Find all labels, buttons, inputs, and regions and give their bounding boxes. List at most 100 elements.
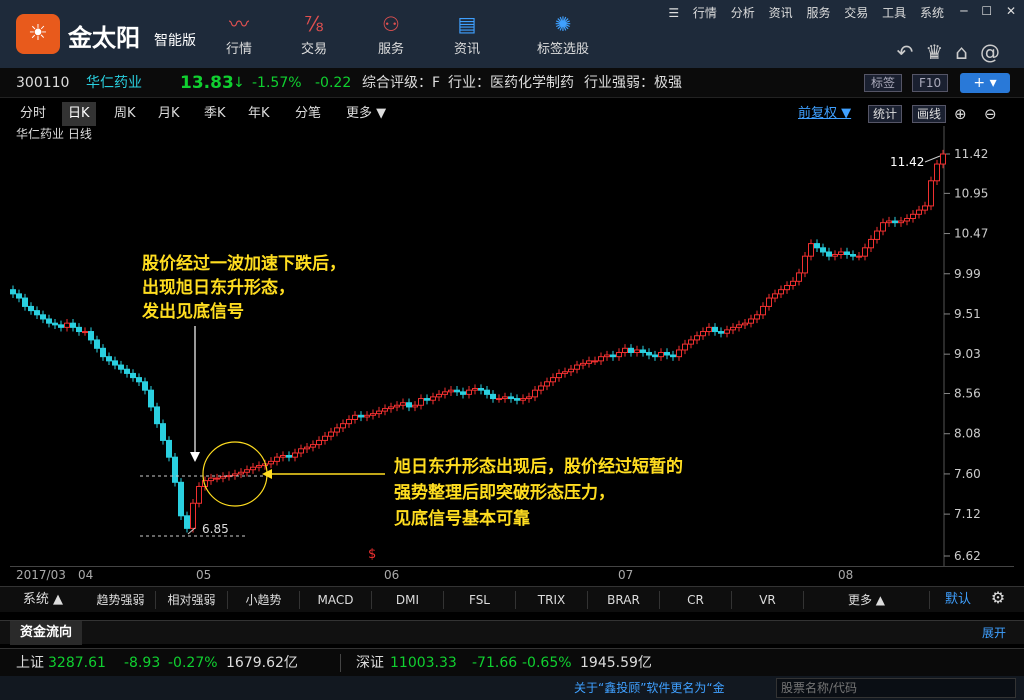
tag-button[interactable]: 标签 — [864, 74, 903, 92]
menu-item[interactable]: 交易 — [844, 6, 868, 20]
candle-body — [136, 377, 142, 383]
annotation-1-line-2: 出现旭日东升形态， — [142, 277, 295, 298]
candle-body — [478, 388, 484, 391]
add-button[interactable]: + ▾ — [960, 73, 1010, 93]
candle-body — [274, 456, 280, 462]
candle-body — [454, 389, 460, 393]
tab-intraday[interactable]: 分时 — [20, 102, 46, 126]
candle-body — [10, 289, 16, 295]
indicator-tab[interactable]: CR — [660, 591, 732, 609]
indicator-tab[interactable]: MACD — [300, 591, 372, 609]
dividend-marker[interactable]: $ — [368, 547, 376, 562]
nav-tag-pick[interactable]: ✺ 标签选股 — [526, 10, 600, 57]
candle-body — [586, 360, 592, 364]
menu-icon[interactable]: ☰ — [668, 6, 679, 20]
nav-service[interactable]: ⚇ 服务 — [356, 10, 426, 57]
tab-weekly-k[interactable]: 周K — [114, 102, 136, 126]
candle-body — [580, 362, 586, 366]
candle-body — [784, 284, 790, 291]
nav-news[interactable]: ▤ 资讯 — [432, 10, 502, 57]
annotation-2-line-3: 见底信号基本可靠 — [394, 508, 530, 529]
candle-body — [382, 408, 388, 412]
indicator-tab[interactable]: FSL — [444, 591, 516, 609]
candle-body — [592, 360, 598, 363]
candle-body — [310, 444, 316, 448]
user-icon: ⚇ — [382, 12, 400, 36]
menu-item[interactable]: 行情 — [693, 6, 717, 20]
stock-search-input[interactable] — [776, 678, 1016, 698]
menu-item[interactable]: 工具 — [882, 6, 906, 20]
tab-daily-k[interactable]: 日K — [62, 102, 96, 126]
main-menu: ☰ 行情 分析 资讯 服务 交易 工具 系统 — [658, 4, 944, 21]
indicator-tab[interactable]: VR — [732, 591, 804, 609]
expand-button[interactable]: 展开 — [982, 621, 1006, 645]
gear-icon[interactable]: ⚙ — [986, 589, 1010, 607]
fund-flow-tab[interactable]: 资金流向 — [10, 621, 83, 645]
change-pct: -1.57% — [252, 75, 302, 91]
index-status-bar: 上证 3287.61 -8.93 -0.27% 1679.62亿 深证 1100… — [0, 648, 1024, 676]
zoom-in-icon[interactable]: ⊕ — [954, 102, 967, 126]
indicator-tab[interactable]: DMI — [372, 591, 444, 609]
candle-body — [460, 391, 466, 395]
tab-more[interactable]: 更多 ▼ — [346, 102, 386, 126]
indicator-tab[interactable]: 相对强弱 — [156, 591, 228, 609]
stats-button[interactable]: 统计 — [868, 105, 903, 123]
y-tick-label: 7.12 — [954, 507, 981, 521]
minimize-icon[interactable]: ─ — [960, 4, 967, 18]
candle-body — [118, 364, 124, 370]
sh-change: -8.93 — [124, 655, 161, 671]
adjust-dropdown[interactable]: 前复权 ▼ — [798, 102, 851, 126]
candle-body — [292, 452, 298, 458]
menu-item[interactable]: 服务 — [806, 6, 830, 20]
date-axis: 2017/03 04 05 06 07 08 — [10, 566, 1014, 584]
indicator-tab[interactable]: TRIX — [516, 591, 588, 609]
candle-body — [172, 456, 178, 483]
indicator-tab[interactable]: 趋势强弱 — [86, 591, 156, 609]
bank-icon[interactable]: ⌂ — [955, 40, 980, 64]
candle-body — [934, 163, 940, 182]
menu-item[interactable]: 分析 — [731, 6, 755, 20]
candle-body — [76, 326, 82, 333]
logo-swirl-icon[interactable]: @ — [980, 40, 1012, 64]
candle-body — [346, 418, 352, 425]
system-dropdown[interactable]: 系统 ▲ — [8, 591, 78, 609]
close-icon[interactable]: ✕ — [1006, 4, 1016, 18]
candle-body — [508, 396, 514, 400]
candle-body — [46, 318, 52, 324]
candle-body — [562, 371, 568, 374]
candle-body — [640, 349, 646, 353]
tab-yearly-k[interactable]: 年K — [248, 102, 270, 126]
default-button[interactable]: 默认 — [936, 591, 980, 609]
trophy-icon[interactable]: ♛ — [925, 40, 955, 64]
menu-item[interactable]: 资讯 — [769, 6, 793, 20]
zoom-out-icon[interactable]: ⊖ — [984, 102, 997, 126]
indicator-tab[interactable]: 小趋势 — [228, 591, 300, 609]
maximize-icon[interactable]: ☐ — [981, 4, 992, 18]
candle-body — [208, 477, 214, 482]
f10-button[interactable]: F10 — [912, 74, 949, 92]
back-icon[interactable]: ↶ — [897, 40, 926, 64]
kline-chart[interactable]: 华仁药业 日线 11.42 10.95 10.47 9.99 9.51 9.03 8.56 8… — [10, 126, 1014, 566]
indicator-more[interactable]: 更多 ▲ — [804, 591, 930, 609]
tab-monthly-k[interactable]: 月K — [158, 102, 180, 126]
candle-body — [388, 406, 394, 410]
stock-name[interactable]: 华仁药业 — [86, 68, 142, 98]
candle-body — [472, 388, 478, 391]
candle-body — [466, 389, 472, 395]
nav-trade[interactable]: ⅞ 交易 — [279, 10, 349, 57]
candle-body — [688, 339, 694, 345]
tab-ticks[interactable]: 分笔 — [295, 102, 321, 126]
tab-quarterly-k[interactable]: 季K — [204, 102, 226, 126]
candle-body — [634, 349, 640, 353]
candle-body — [322, 435, 328, 441]
candle-body — [538, 385, 544, 391]
notice-link[interactable]: 关于“鑫投顾”软件更名为“金 — [574, 676, 725, 700]
sh-amount: 1679.62亿 — [226, 655, 298, 671]
indicator-tab[interactable]: BRAR — [588, 591, 660, 609]
low-price-label: 6.85 — [202, 522, 229, 536]
trade-icon: ⅞ — [304, 12, 324, 36]
menu-item[interactable]: 系统 — [920, 6, 944, 20]
candle-body — [706, 326, 712, 333]
nav-market[interactable]: 〰行情 — [204, 10, 274, 57]
draw-button[interactable]: 画线 — [912, 105, 947, 123]
